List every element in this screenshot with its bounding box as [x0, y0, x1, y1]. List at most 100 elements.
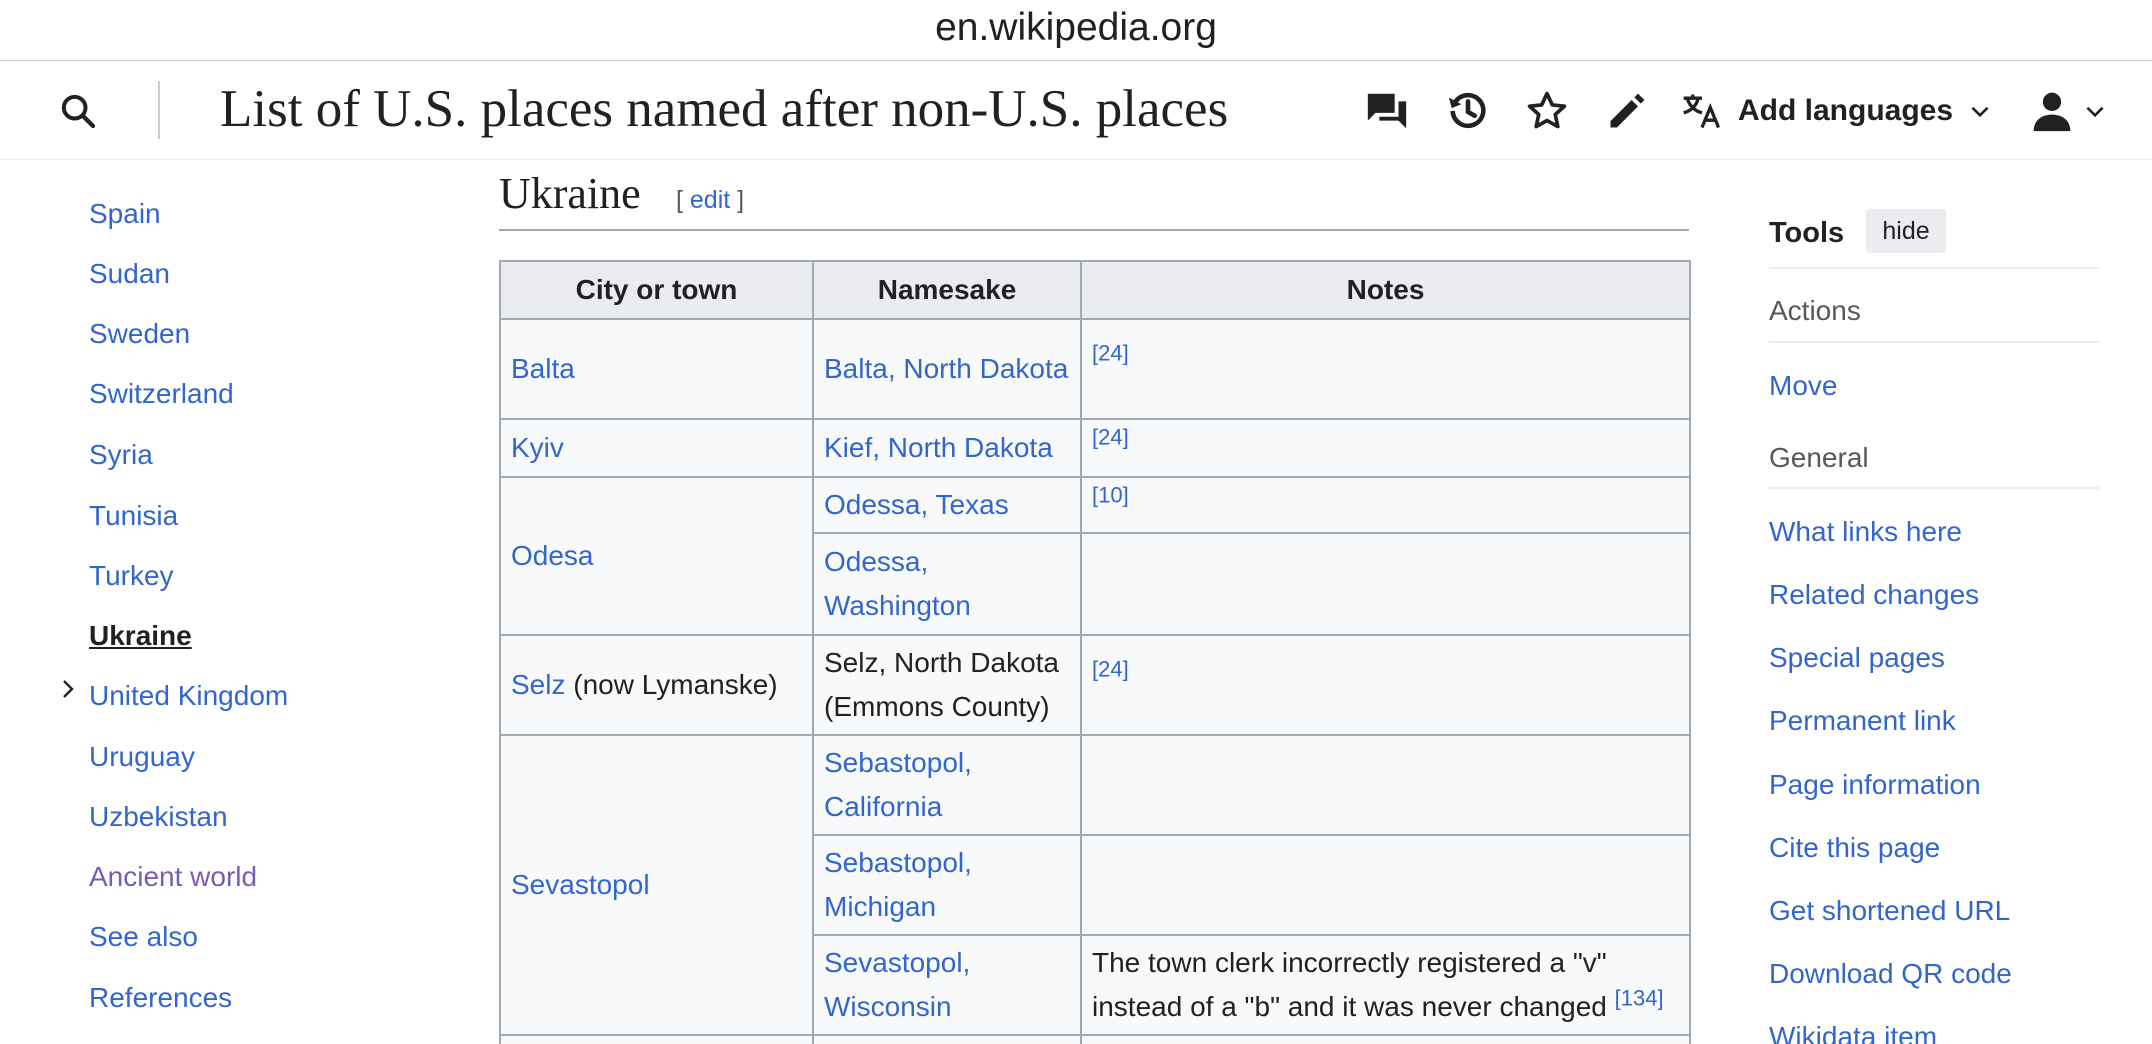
chevron-down-icon: [2086, 106, 2104, 118]
talk-button[interactable]: [1362, 86, 1412, 136]
namesake-link[interactable]: Odessa, Texas: [824, 489, 1009, 520]
tools-title: Tools: [1769, 217, 1845, 249]
chevron-right-icon[interactable]: [56, 676, 80, 702]
city-cell: Kyiv: [499, 418, 814, 478]
edit-button[interactable]: [1602, 86, 1652, 136]
add-languages-button[interactable]: Add languages: [1680, 83, 1993, 139]
namesake-link[interactable]: Sebastopol, Michigan: [824, 847, 972, 922]
sticky-header: List of U.S. places named after non-U.S.…: [0, 61, 2152, 160]
section-edit-link[interactable]: edit: [690, 186, 730, 214]
page-title: List of U.S. places named after non-U.S.…: [220, 80, 1229, 138]
namesake-cell: Odessa, Texas: [812, 476, 1082, 534]
namesake-cell: Sebastopol, California: [812, 734, 1082, 836]
toc-item-syria[interactable]: Syria: [89, 439, 153, 471]
namesake-cell: Odessa, Washington: [812, 532, 1082, 636]
user-icon: [2033, 92, 2071, 132]
edit-bracket-close: ]: [730, 186, 745, 214]
note-text: The town clerk incorrectly registered a …: [1092, 947, 1615, 1022]
notes-cell: [10]: [1080, 476, 1691, 534]
toc-item-turkey[interactable]: Turkey: [89, 560, 174, 592]
city-link[interactable]: Balta: [511, 353, 575, 384]
namesake-text: Selz, North Dakota (Emmons County): [824, 647, 1059, 722]
tool-link-permanent-link[interactable]: Permanent link: [1769, 705, 1956, 737]
notes-cell: [24]: [1080, 418, 1691, 478]
section-edit: [ edit ]: [676, 186, 744, 215]
namesake-link[interactable]: Balta, North Dakota: [824, 353, 1068, 384]
column-header-city: City or town: [499, 260, 814, 320]
notes-cell: [1080, 1034, 1691, 1044]
tool-link-move[interactable]: Move: [1769, 370, 1837, 402]
notes-cell: [1080, 834, 1691, 936]
history-icon: [1448, 92, 1486, 129]
namesake-cell: Selz, North Dakota (Emmons County): [812, 634, 1082, 736]
reference-link[interactable]: [24]: [1092, 425, 1129, 450]
toc-item-spain[interactable]: Spain: [89, 198, 161, 230]
tool-link-what-links-here[interactable]: What links here: [1769, 516, 1962, 548]
notes-cell: The town clerk incorrectly registered a …: [1080, 934, 1691, 1036]
toc-item-tunisia[interactable]: Tunisia: [89, 500, 178, 532]
search-icon: [61, 94, 96, 129]
tool-link-special-pages[interactable]: Special pages: [1769, 642, 1945, 674]
table-row: Odesa Odessa, Texas [10]: [499, 476, 1691, 636]
toc-item-ancient-world[interactable]: Ancient world: [89, 861, 257, 893]
watch-button[interactable]: [1522, 86, 1572, 136]
hide-tools-button[interactable]: hide: [1866, 209, 1946, 253]
translate-icon: [1683, 94, 1721, 129]
reference-link[interactable]: [10]: [1092, 483, 1129, 508]
toc-item-switzerland[interactable]: Switzerland: [89, 378, 234, 410]
tools-panel: Tools hide Actions Move General What lin…: [1769, 160, 2099, 1044]
table-of-contents: Spain Sudan Sweden Switzerland Syria Tun…: [0, 160, 450, 1044]
talk-icon: [1367, 93, 1407, 129]
city-suffix: (now Lymanske): [565, 669, 778, 700]
table-row: Selz (now Lymanske) Selz, North Dakota (…: [499, 634, 1691, 736]
url-text[interactable]: en.wikipedia.org: [0, 6, 2152, 50]
namesake-link[interactable]: Kief, North Dakota: [824, 432, 1053, 463]
city-cell: Odesa: [499, 476, 814, 636]
toc-item-references[interactable]: References: [89, 982, 232, 1014]
column-header-notes: Notes: [1080, 260, 1691, 320]
edit-bracket-open: [: [676, 186, 690, 214]
namesake-link[interactable]: Sebastopol, California: [824, 747, 972, 822]
tool-link-related-changes[interactable]: Related changes: [1769, 579, 1979, 611]
city-link[interactable]: Odesa: [511, 540, 594, 571]
city-link[interactable]: Sevastopol: [511, 869, 650, 900]
table-row: [499, 1034, 1691, 1044]
tool-link-wikidata-item[interactable]: Wikidata item: [1769, 1021, 1937, 1044]
user-menu-button[interactable]: [2030, 83, 2108, 139]
browser-url-bar[interactable]: en.wikipedia.org: [0, 0, 2152, 61]
toc-item-united-kingdom[interactable]: United Kingdom: [89, 680, 288, 712]
notes-cell: [24]: [1080, 634, 1691, 736]
toc-item-uzbekistan[interactable]: Uzbekistan: [89, 801, 228, 833]
chevron-down-icon: [1971, 106, 1989, 118]
tool-link-page-information[interactable]: Page information: [1769, 769, 1981, 801]
namesake-link[interactable]: Sevastopol, Wisconsin: [824, 947, 970, 1022]
notes-cell: [1080, 532, 1691, 636]
reference-link[interactable]: [24]: [1092, 657, 1129, 682]
namesake-link[interactable]: Odessa, Washington: [824, 546, 971, 621]
reference-link[interactable]: [134]: [1615, 986, 1664, 1011]
notes-cell: [24]: [1080, 318, 1691, 420]
toc-item-sudan[interactable]: Sudan: [89, 258, 170, 290]
header-divider: [158, 81, 160, 139]
search-button[interactable]: [52, 85, 104, 137]
tool-link-shortened-url[interactable]: Get shortened URL: [1769, 895, 2010, 927]
namesake-cell: Kief, North Dakota: [812, 418, 1082, 478]
toc-item-uruguay[interactable]: Uruguay: [89, 741, 195, 773]
toc-item-sweden[interactable]: Sweden: [89, 318, 190, 350]
table-row: Kyiv Kief, North Dakota [24]: [499, 418, 1691, 478]
toc-item-see-also[interactable]: See also: [89, 921, 198, 953]
actions-divider: [1769, 341, 2099, 343]
section-heading: Ukraine [ edit ]: [499, 168, 1689, 231]
namesake-cell: Balta, North Dakota: [812, 318, 1082, 420]
toc-item-ukraine[interactable]: Ukraine: [89, 620, 192, 652]
city-link[interactable]: Selz: [511, 669, 565, 700]
city-link[interactable]: Kyiv: [511, 432, 564, 463]
column-header-namesake: Namesake: [812, 260, 1082, 320]
general-heading: General: [1769, 442, 1869, 473]
namesake-cell: [812, 1034, 1082, 1044]
reference-link[interactable]: [24]: [1092, 341, 1129, 366]
tool-link-qr-code[interactable]: Download QR code: [1769, 958, 2012, 990]
history-button[interactable]: [1443, 86, 1493, 136]
tool-link-cite-this-page[interactable]: Cite this page: [1769, 832, 1940, 864]
actions-heading: Actions: [1769, 295, 1861, 326]
